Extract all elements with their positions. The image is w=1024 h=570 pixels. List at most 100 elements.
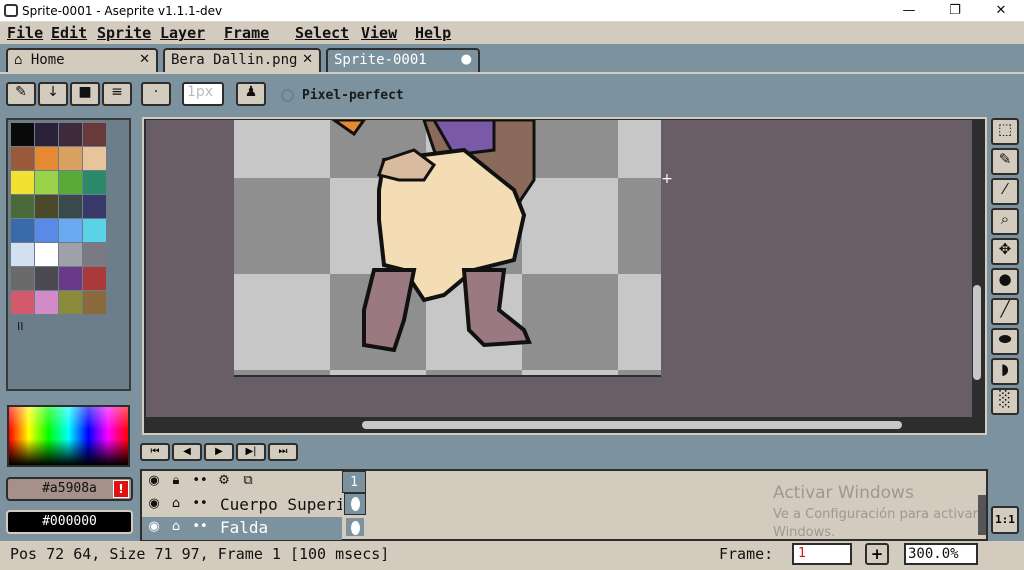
tab-bera-dallin[interactable]: Bera Dallin.png ✕	[163, 48, 321, 73]
menu-frame[interactable]: Frame	[224, 24, 269, 42]
palette-swatch[interactable]	[11, 219, 34, 242]
last-frame-icon[interactable]: ⏭	[268, 443, 298, 461]
lock-icon[interactable]: 🔒︎	[166, 471, 186, 491]
marquee-tool-icon[interactable]: ⬚	[991, 118, 1019, 145]
layer-row[interactable]: ◉ ⌂ •• Cuerpo Superior	[142, 494, 342, 517]
continuous-icon[interactable]: ••	[190, 517, 210, 537]
palette-swatch[interactable]	[35, 243, 58, 266]
tab-close-icon[interactable]: ✕	[302, 52, 313, 67]
sprite-canvas[interactable]	[234, 120, 661, 377]
palette-swatch[interactable]	[35, 219, 58, 242]
tab-close-icon[interactable]: ✕	[139, 52, 150, 67]
eyedropper-tool-icon[interactable]: ⁄	[991, 178, 1019, 205]
menu-file[interactable]: File	[7, 24, 43, 42]
warning-icon[interactable]: !	[113, 480, 129, 498]
brush-size-input[interactable]: 1px	[182, 82, 224, 106]
palette-swatch[interactable]	[59, 243, 82, 266]
line-tool-icon[interactable]: ╱	[991, 298, 1019, 325]
horizontal-scrollbar[interactable]	[362, 421, 902, 429]
menu-sprite[interactable]: Sprite	[97, 24, 151, 42]
palette-swatch[interactable]	[83, 195, 106, 218]
tab-sprite-0001[interactable]: Sprite-0001 ●	[326, 48, 480, 73]
palette-swatch[interactable]	[11, 243, 34, 266]
eraser-mode-icon[interactable]: ✎	[6, 82, 36, 106]
blur-tool-icon[interactable]: ░	[991, 388, 1019, 415]
frame-header-1[interactable]: 1	[342, 471, 366, 493]
modified-dot-icon[interactable]: ●	[461, 52, 472, 67]
palette-swatch[interactable]	[59, 123, 82, 146]
ellipse-tool-icon[interactable]: ⬬	[991, 328, 1019, 355]
menu-edit[interactable]: Edit	[51, 24, 87, 42]
play-icon[interactable]: ▶	[204, 443, 234, 461]
cel-selected[interactable]	[344, 516, 366, 538]
brush-type-icon[interactable]: ·	[141, 82, 171, 106]
cel-area[interactable]	[368, 471, 986, 539]
palette-swatch[interactable]	[83, 291, 106, 314]
palette-swatch[interactable]	[11, 147, 34, 170]
palette-mode-label[interactable]: II	[17, 320, 24, 333]
eye-icon[interactable]: ◉	[144, 471, 164, 491]
menu-help[interactable]: Help	[415, 24, 451, 42]
frame-input[interactable]: 1	[792, 543, 852, 565]
pencil-tool-icon[interactable]: ✎	[991, 148, 1019, 175]
contour-tool-icon[interactable]: ◗	[991, 358, 1019, 385]
menu-layer[interactable]: Layer	[160, 24, 205, 42]
layer-row-selected[interactable]: ◉ ⌂ •• Falda	[142, 517, 342, 540]
palette-swatch[interactable]	[59, 171, 82, 194]
palette-swatch[interactable]	[11, 123, 34, 146]
ink-icon[interactable]: ♟	[236, 82, 266, 106]
fill-tool-icon[interactable]: ●	[991, 268, 1019, 295]
palette-swatch[interactable]	[83, 123, 106, 146]
palette-swatch[interactable]	[59, 219, 82, 242]
palette-swatch[interactable]	[59, 147, 82, 170]
palette-swatch[interactable]	[83, 171, 106, 194]
palette-swatch[interactable]	[83, 267, 106, 290]
list-icon[interactable]: ≡	[102, 82, 132, 106]
onion-skin-icon[interactable]: ⧉	[238, 471, 258, 491]
palette-swatch[interactable]	[83, 243, 106, 266]
palette-swatch[interactable]	[35, 267, 58, 290]
palette-swatch[interactable]	[11, 267, 34, 290]
move-tool-icon[interactable]: ✥	[991, 238, 1019, 265]
minimize-button[interactable]: —	[886, 0, 932, 22]
background-color-button[interactable]: #000000	[6, 510, 133, 534]
add-frame-button[interactable]: +	[865, 543, 889, 565]
gear-icon[interactable]: ⚙	[214, 471, 234, 491]
eye-icon[interactable]: ◉	[144, 517, 164, 537]
folder-icon[interactable]: ■	[70, 82, 100, 106]
zoom-1-1-button[interactable]: 1:1	[991, 506, 1019, 534]
maximize-button[interactable]: ❐	[932, 0, 978, 22]
vertical-scrollbar[interactable]	[973, 285, 981, 380]
palette-swatch[interactable]	[83, 147, 106, 170]
lock-icon[interactable]: ⌂	[166, 517, 186, 537]
palette-swatch[interactable]	[11, 291, 34, 314]
palette-swatch[interactable]	[35, 123, 58, 146]
palette-swatch[interactable]	[59, 195, 82, 218]
palette-swatch[interactable]	[11, 171, 34, 194]
palette-swatch[interactable]	[35, 291, 58, 314]
palette-swatch[interactable]	[59, 291, 82, 314]
zoom-tool-icon[interactable]: ⌕	[991, 208, 1019, 235]
palette-swatch[interactable]	[83, 219, 106, 242]
next-frame-icon[interactable]: ▶|	[236, 443, 266, 461]
eye-icon[interactable]: ◉	[144, 494, 164, 514]
palette-swatch[interactable]	[35, 147, 58, 170]
lock-icon[interactable]: ⌂	[166, 494, 186, 514]
pixel-perfect-checkbox[interactable]	[281, 89, 294, 102]
menu-select[interactable]: Select	[295, 24, 349, 42]
first-frame-icon[interactable]: ⏮	[140, 443, 170, 461]
timeline-scrollbar[interactable]	[978, 495, 986, 535]
cel[interactable]	[344, 493, 366, 515]
continuous-icon[interactable]: ••	[190, 471, 210, 491]
palette-swatch[interactable]	[35, 195, 58, 218]
zoom-input[interactable]: 300.0%	[904, 543, 978, 565]
palette-swatch[interactable]	[35, 171, 58, 194]
continuous-icon[interactable]: ••	[190, 494, 210, 514]
tab-home[interactable]: ⌂ Home ✕	[6, 48, 158, 73]
menu-view[interactable]: View	[361, 24, 397, 42]
prev-frame-icon[interactable]: ◀	[172, 443, 202, 461]
down-arrow-icon[interactable]: ↓	[38, 82, 68, 106]
color-spectrum[interactable]	[7, 405, 130, 467]
close-button[interactable]: ✕	[978, 0, 1024, 22]
palette-swatch[interactable]	[59, 267, 82, 290]
